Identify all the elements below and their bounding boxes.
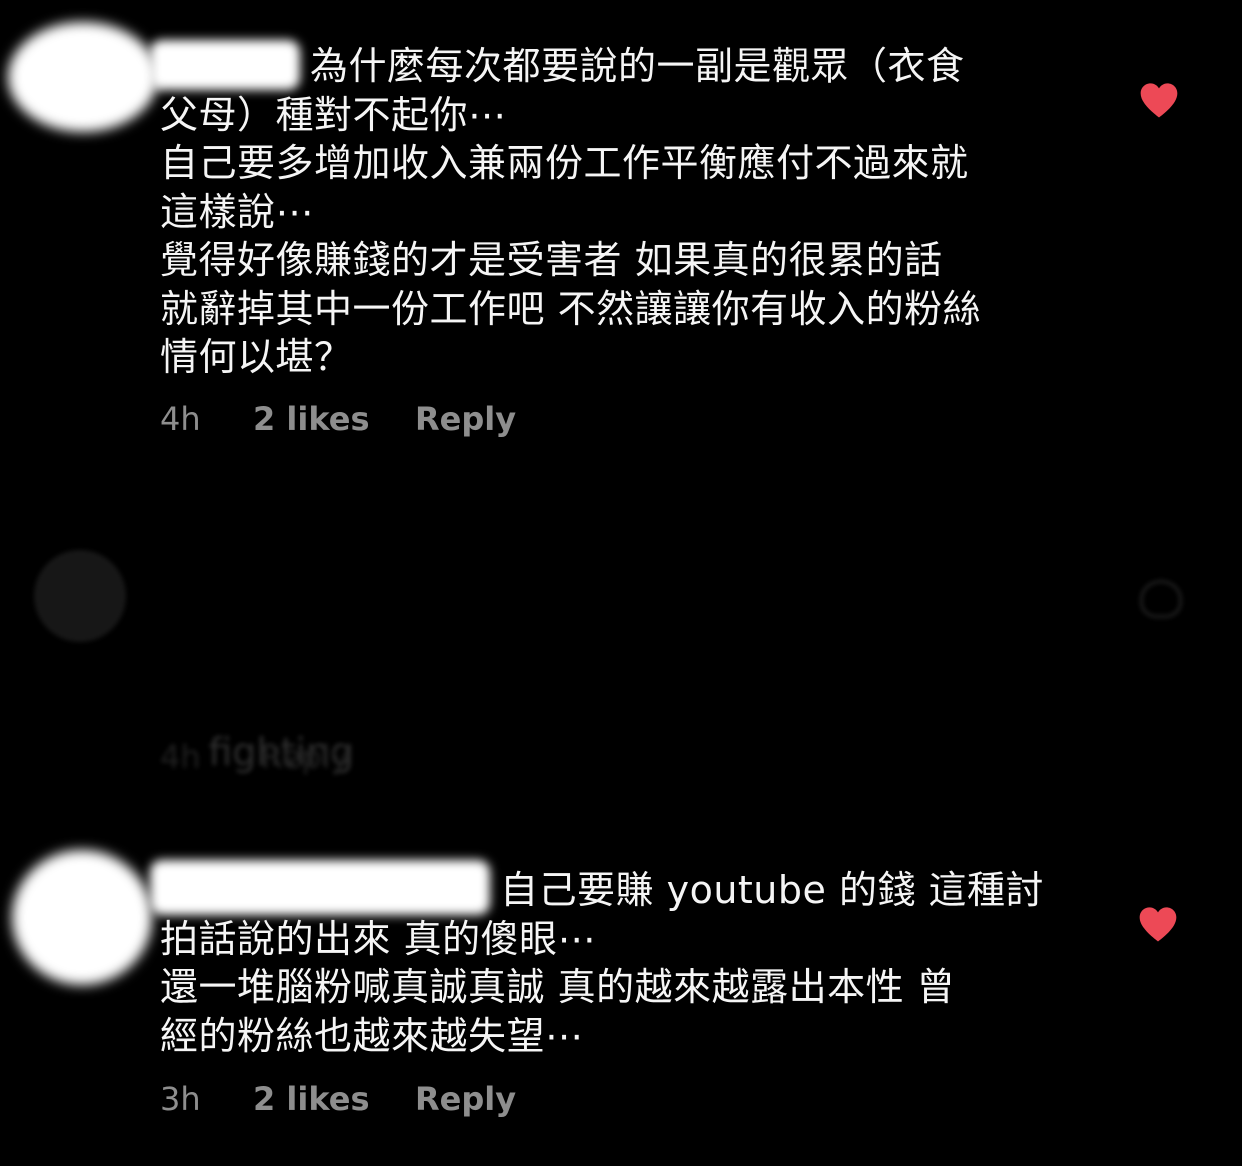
comment-time: 3h	[160, 1080, 201, 1118]
likes-count[interactable]: 2 likes	[253, 1080, 415, 1118]
avatar[interactable]	[8, 22, 158, 132]
comment-text: 自己要賺 youtube 的錢 這種討 拍話說的出來 真的傻眼⋯ 還一堆腦粉喊真…	[160, 868, 1045, 1058]
comment-time: 4h	[160, 738, 201, 776]
comment-text: 為什麼每次都要說的一副是觀眾（衣食 父母）種對不起你⋯ 自己要多增加收入兼兩份工…	[160, 44, 982, 379]
comment-meta: 4h Reply	[160, 738, 399, 776]
avatar[interactable]	[34, 550, 126, 642]
heart-icon[interactable]	[1138, 904, 1178, 944]
comment-meta: 3h 2 likes Reply	[160, 1080, 516, 1118]
heart-icon[interactable]	[1139, 80, 1179, 120]
comment-1: 為什麼每次都要說的一副是觀眾（衣食 父母）種對不起你⋯ 自己要多增加收入兼兩份工…	[0, 0, 1242, 470]
likes-count[interactable]: 2 likes	[253, 400, 415, 438]
avatar[interactable]	[12, 850, 152, 985]
comment-2: 自己要賺 youtube 的錢 這種討 拍話說的出來 真的傻眼⋯ 還一堆腦粉喊真…	[0, 840, 1242, 1150]
heart-outline-icon[interactable]	[1140, 580, 1182, 618]
comment-text: fighting	[160, 520, 1060, 824]
obscured-comment: fighting 4h Reply	[0, 520, 1242, 800]
comment-time: 4h	[160, 400, 201, 438]
reply-button[interactable]: Reply	[415, 400, 516, 438]
reply-button[interactable]: Reply	[261, 738, 350, 776]
comment-meta: 4h 2 likes Reply	[160, 400, 516, 438]
reply-button[interactable]: Reply	[415, 1080, 516, 1118]
